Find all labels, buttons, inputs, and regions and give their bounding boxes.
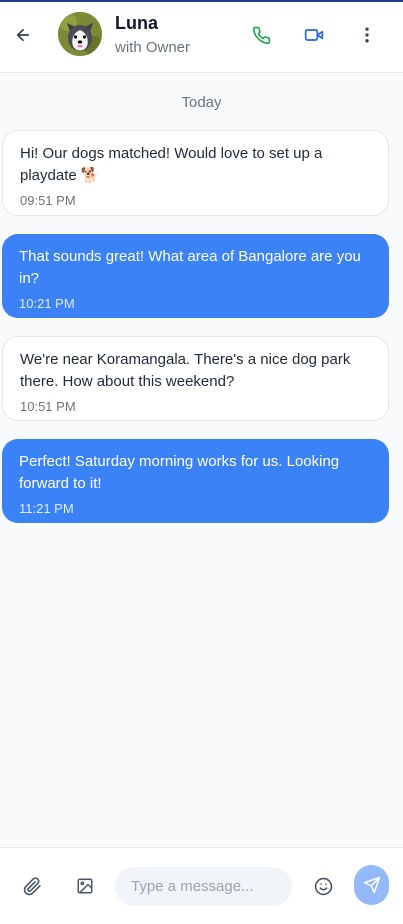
smile-icon: [314, 877, 332, 895]
message-time: 09:51 PM: [20, 193, 76, 208]
message-time: 10:21 PM: [19, 296, 75, 311]
message-text: We're near Koramangala. There's a nice d…: [20, 351, 351, 390]
image-icon: [77, 878, 93, 894]
more-options-button[interactable]: [355, 23, 379, 47]
message-text: Hi! Our dogs matched! Would love to set …: [20, 145, 323, 184]
image-button[interactable]: [73, 874, 97, 898]
video-call-button[interactable]: [302, 23, 326, 47]
chat-header: Luna with Owner: [0, 2, 403, 73]
dog-photo: [58, 12, 102, 56]
arrow-left-icon: [16, 28, 30, 42]
message-composer: [0, 847, 403, 924]
message-text: Perfect! Saturday morning works for us. …: [19, 453, 340, 492]
chat-subtitle: with Owner: [115, 39, 191, 56]
back-button[interactable]: [11, 23, 35, 47]
chat-title: Luna: [115, 13, 158, 33]
emoji-button[interactable]: [311, 874, 335, 898]
message-incoming: We're near Koramangala. There's a nice d…: [2, 336, 389, 421]
phone-icon: [252, 26, 270, 44]
call-button[interactable]: [249, 23, 273, 47]
attach-button[interactable]: [20, 874, 44, 898]
message-time: 11:21 PM: [19, 501, 74, 516]
message-list[interactable]: Today Hi! Our dogs matched! Would love t…: [0, 73, 403, 847]
message-outgoing: That sounds great! What area of Bangalor…: [2, 234, 389, 318]
more-vertical-icon: [365, 27, 369, 43]
video-icon: [304, 29, 324, 41]
date-separator: Today: [181, 94, 222, 111]
message-outgoing: Perfect! Saturday morning works for us. …: [2, 439, 389, 523]
message-text: That sounds great! What area of Bangalor…: [19, 248, 361, 287]
paperclip-icon: [23, 876, 41, 895]
message-input[interactable]: [115, 867, 292, 906]
send-button[interactable]: [354, 865, 389, 905]
message-incoming: Hi! Our dogs matched! Would love to set …: [2, 130, 389, 216]
avatar[interactable]: [58, 12, 102, 56]
message-time: 10:51 PM: [20, 399, 76, 414]
send-icon: [363, 876, 380, 894]
